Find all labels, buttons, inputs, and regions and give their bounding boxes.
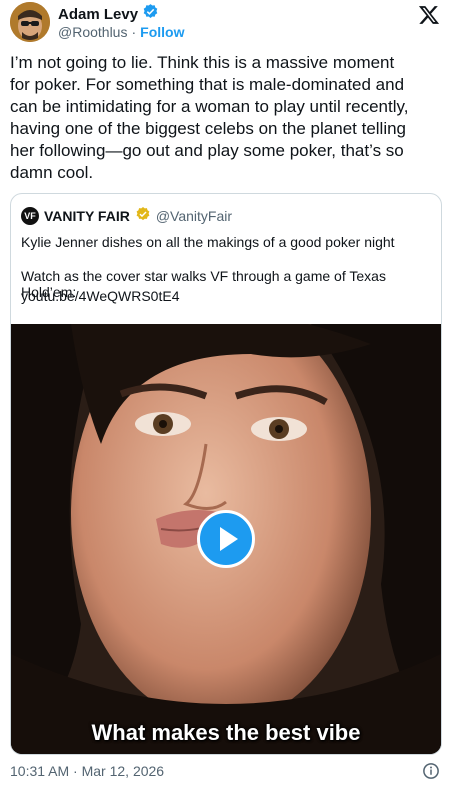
timestamp[interactable]: 10:31 AM · Mar 12, 2026 (10, 763, 164, 779)
quoted-tweet-card[interactable]: VF VANITY FAIR @VanityFair Kylie Jenner … (10, 193, 442, 755)
quoted-text-line: Kylie Jenner dishes on all the makings o… (21, 234, 395, 250)
author-name[interactable]: Adam Levy (58, 6, 138, 23)
play-icon (220, 527, 238, 551)
video-caption: What makes the best vibe (91, 720, 361, 745)
vanity-fair-avatar[interactable]: VF (21, 206, 39, 225)
tweet-line: her following—go out and play some poker… (10, 141, 404, 160)
follow-button[interactable]: Follow (140, 24, 184, 40)
video-player[interactable]: What makes the best vibe (11, 324, 441, 754)
tweet-header: Adam Levy @Roothlus · Follow (10, 0, 440, 44)
play-button[interactable] (197, 510, 255, 568)
info-icon[interactable] (422, 762, 440, 780)
verified-badge-icon (142, 3, 159, 25)
tweet-line: can be intimidating for a woman to play … (10, 97, 409, 116)
tweet-line: having one of the biggest celebs on the … (10, 119, 407, 138)
quoted-link[interactable]: youtu.be/4WeQWRS0tE4 (21, 288, 179, 304)
tweet-line: for poker. For something that is male-do… (10, 75, 405, 94)
tweet-body: I’m not going to lie. Think this is a ma… (10, 52, 440, 184)
author-avatar[interactable] (10, 2, 50, 42)
author-handle[interactable]: @Roothlus (58, 24, 127, 40)
tweet-line: damn cool. (10, 163, 94, 182)
tweet-footer: 10:31 AM · Mar 12, 2026 (10, 763, 440, 779)
x-logo-icon[interactable] (418, 4, 440, 26)
gold-verified-badge-icon (135, 206, 151, 225)
quoted-author-handle[interactable]: @VanityFair (156, 208, 232, 224)
quoted-author-name[interactable]: VANITY FAIR (44, 208, 130, 224)
tweet-line: I’m not going to lie. Think this is a ma… (10, 53, 395, 72)
separator-dot: · (131, 24, 137, 40)
